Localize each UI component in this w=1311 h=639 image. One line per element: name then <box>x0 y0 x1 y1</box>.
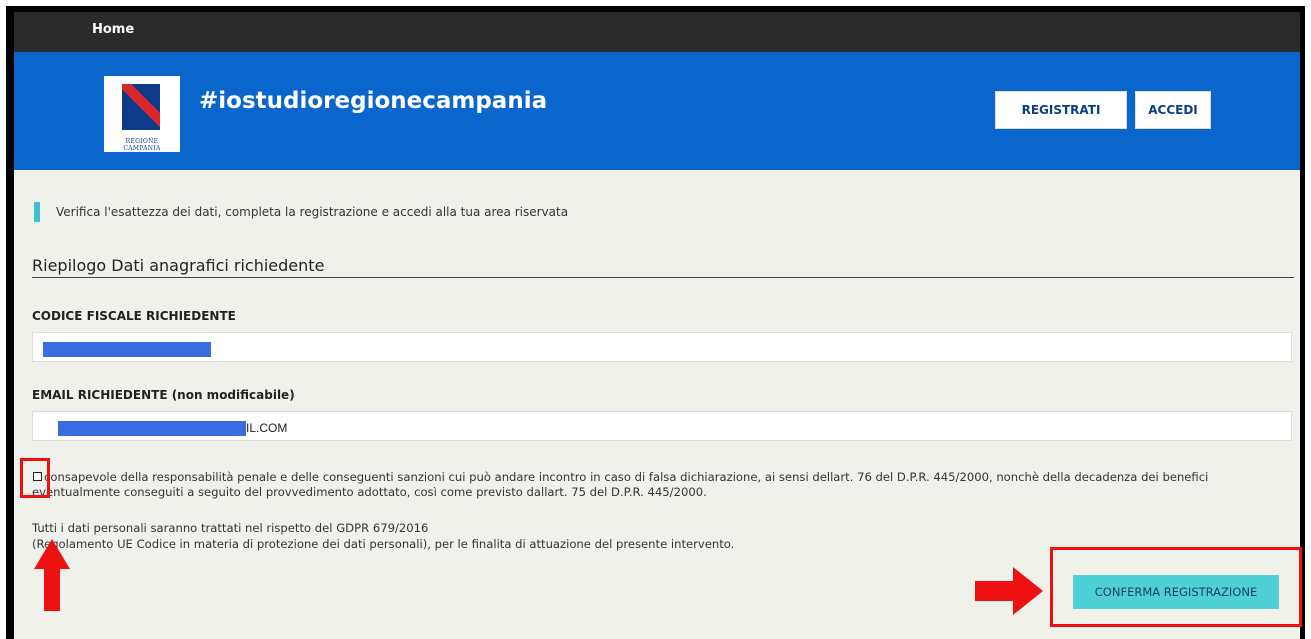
email-label: EMAIL RICHIEDENTE (non modificabile) <box>32 388 295 402</box>
site-title: #iostudioregionecampania <box>199 88 548 114</box>
declaration-text: consapevole della responsabilità penale … <box>32 470 1209 499</box>
email-field[interactable]: IL.COM <box>32 411 1292 441</box>
gdpr-notice: Tutti i dati personali saranno trattati … <box>32 520 1032 552</box>
logo-caption: REGIONE CAMPANIA <box>123 138 161 152</box>
section-divider <box>32 277 1294 278</box>
register-button[interactable]: REGISTRATI <box>995 91 1127 129</box>
notice-accent-bar <box>34 202 40 222</box>
regione-campania-logo[interactable]: REGIONE CAMPANIA <box>104 76 180 152</box>
gdpr-line-1: Tutti i dati personali saranno trattati … <box>32 521 429 535</box>
nav-home-link[interactable]: Home <box>92 22 134 37</box>
section-title: Riepilogo Dati anagrafici richiedente <box>32 256 325 275</box>
checkbox-highlight-box <box>20 458 50 498</box>
codice-fiscale-label: CODICE FISCALE RICHIEDENTE <box>32 309 236 323</box>
coat-of-arms-icon <box>122 84 160 130</box>
login-button[interactable]: ACCEDI <box>1135 91 1211 129</box>
gdpr-line-2: (Regolamento UE Codice in materia di pro… <box>32 537 735 551</box>
arrow-up-icon <box>34 539 70 611</box>
codice-fiscale-field[interactable] <box>32 332 1292 362</box>
notice-text: Verifica l'esattezza dei dati, completa … <box>56 205 569 219</box>
email-value: IL.COM <box>246 421 288 435</box>
top-nav-bar: Home <box>14 12 1300 52</box>
confirm-button-highlight-box <box>1050 547 1302 627</box>
arrow-right-icon <box>975 567 1043 615</box>
site-header: REGIONE CAMPANIA #iostudioregionecampani… <box>14 52 1300 170</box>
redaction-mark <box>43 342 211 357</box>
redaction-mark <box>58 421 246 436</box>
